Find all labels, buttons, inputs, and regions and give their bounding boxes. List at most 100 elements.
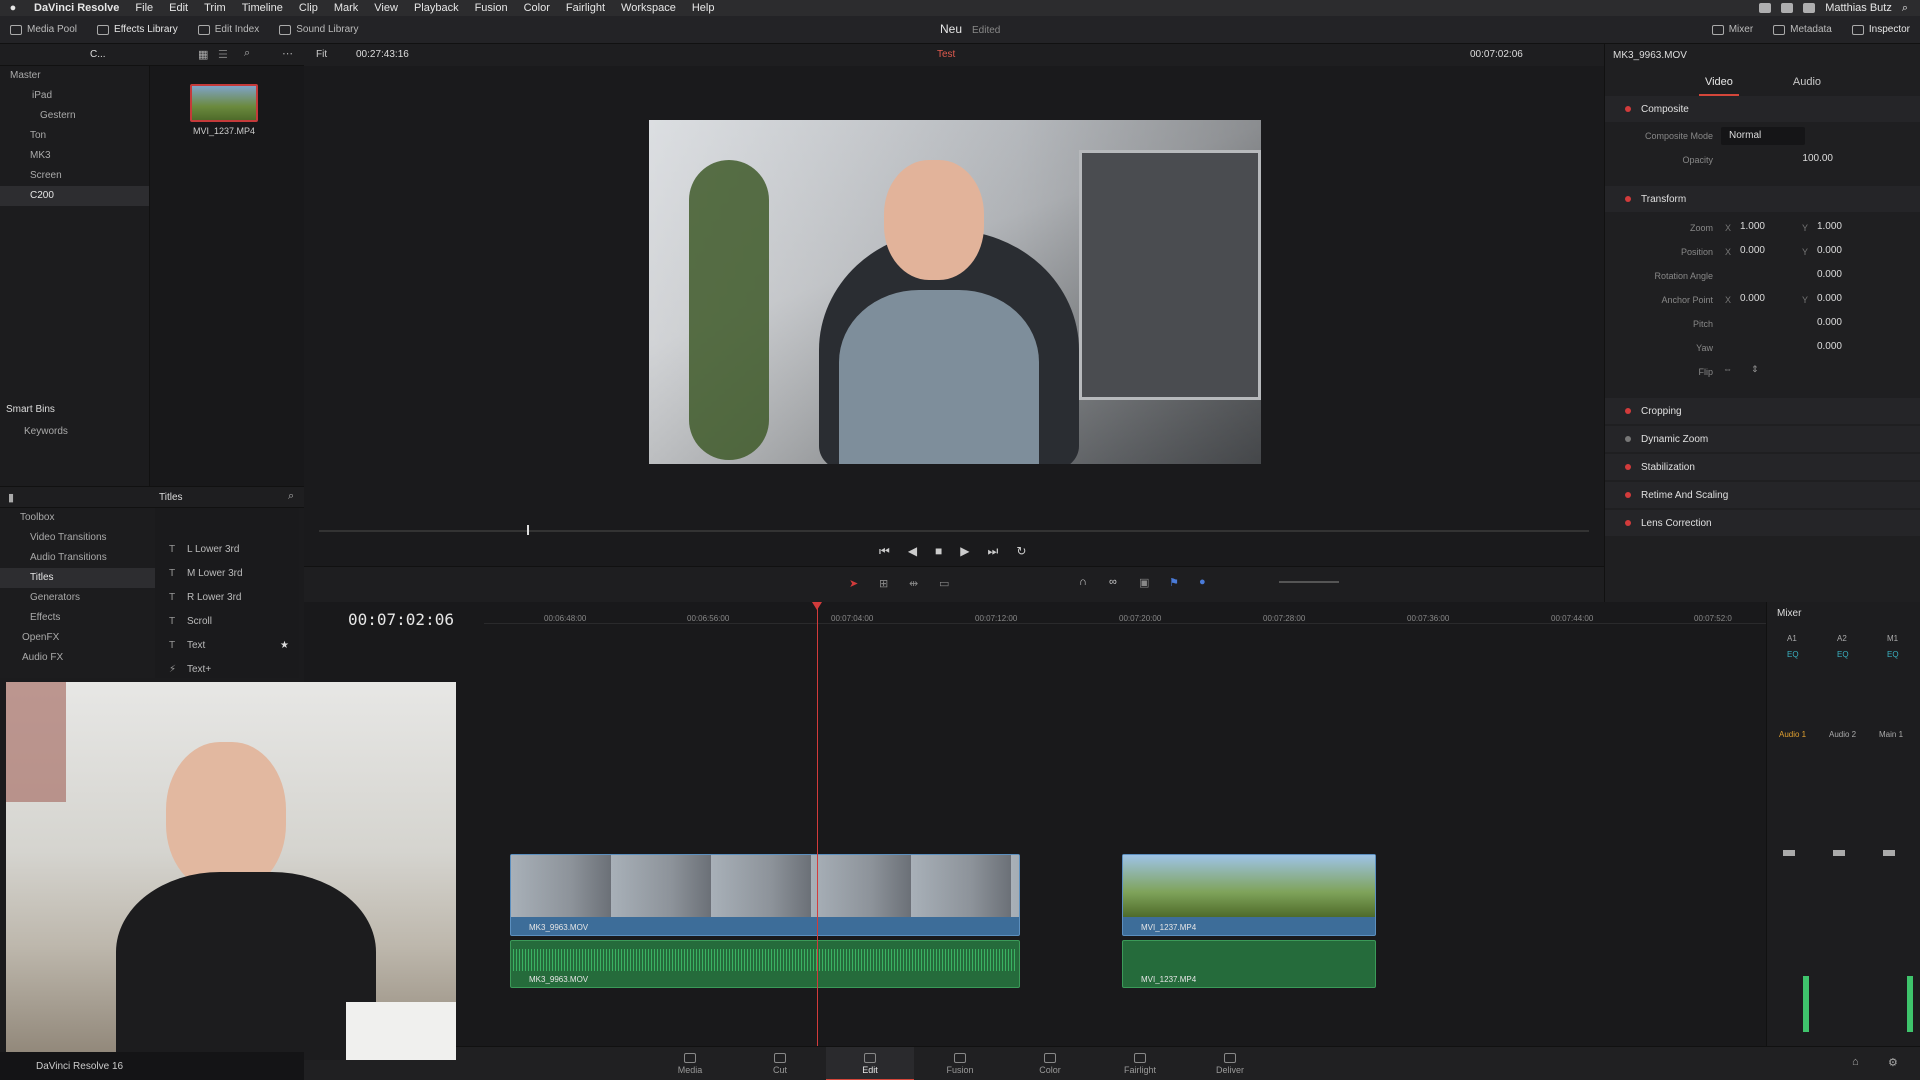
viewer-frame[interactable] xyxy=(649,120,1261,464)
apple-icon[interactable]: ● xyxy=(0,2,26,14)
search-icon[interactable]: ⌕ xyxy=(288,490,294,503)
menu-view[interactable]: View xyxy=(366,2,406,14)
bin-mk3[interactable]: MK3 xyxy=(0,146,149,166)
audio-clip-mk3[interactable]: MK3_9963.MOV xyxy=(510,940,1020,988)
zoom-y-value[interactable]: 1.000 xyxy=(1786,219,1842,235)
eq-a1[interactable]: EQ xyxy=(1787,650,1799,659)
zoom-slider[interactable] xyxy=(1279,581,1339,583)
blade-tool-icon[interactable]: ▭ xyxy=(939,577,949,590)
page-edit[interactable]: Edit xyxy=(826,1047,914,1080)
menu-timeline[interactable]: Timeline xyxy=(234,2,291,14)
battery-icon[interactable] xyxy=(1803,3,1816,13)
menu-workspace[interactable]: Workspace xyxy=(613,2,684,14)
title-r-lower-3rd[interactable]: TR Lower 3rd xyxy=(155,586,299,610)
enable-dot-icon[interactable] xyxy=(1625,436,1631,442)
title-l-lower-3rd[interactable]: TL Lower 3rd xyxy=(155,538,299,562)
fx-video-transitions[interactable]: Video Transitions xyxy=(0,528,155,548)
position-x-value[interactable]: 0.000 xyxy=(1709,243,1765,259)
menu-edit[interactable]: Edit xyxy=(161,2,196,14)
eq-m1[interactable]: EQ xyxy=(1887,650,1899,659)
bin-ton[interactable]: Ton xyxy=(0,126,149,146)
panel-toggle-icon[interactable]: ▮ xyxy=(8,491,14,504)
enable-dot-icon[interactable] xyxy=(1625,196,1631,202)
clip-thumbnail[interactable] xyxy=(190,84,258,122)
menu-clip[interactable]: Clip xyxy=(291,2,326,14)
menu-mark[interactable]: Mark xyxy=(326,2,366,14)
settings-gear-icon[interactable]: ⚙ xyxy=(1888,1056,1898,1069)
bin-ipad[interactable]: iPad xyxy=(0,86,149,106)
page-media[interactable]: Media xyxy=(646,1047,734,1080)
section-stabilization[interactable]: Stabilization xyxy=(1605,454,1920,480)
list-view-icon[interactable]: ☰ xyxy=(218,48,228,61)
rotation-value[interactable]: 0.000 xyxy=(1786,267,1842,283)
fx-audio-fx[interactable]: Audio FX xyxy=(0,648,155,668)
wifi-icon[interactable] xyxy=(1781,3,1794,13)
metadata-button[interactable]: Metadata xyxy=(1763,24,1842,35)
zoom-x-value[interactable]: 1.000 xyxy=(1709,219,1765,235)
composite-mode-dropdown[interactable]: Normal xyxy=(1721,127,1805,145)
link-icon[interactable]: ∞ xyxy=(1109,576,1117,588)
favorite-star-icon[interactable]: ★ xyxy=(280,634,289,658)
audio-clip-mvi[interactable]: MVI_1237.MP4 xyxy=(1122,940,1376,988)
bin-c200[interactable]: C200 xyxy=(0,186,149,206)
lock-icon[interactable]: ▣ xyxy=(1139,576,1149,589)
enable-dot-icon[interactable] xyxy=(1625,106,1631,112)
loop-icon[interactable]: ↻ xyxy=(1016,544,1026,559)
title-m-lower-3rd[interactable]: TM Lower 3rd xyxy=(155,562,299,586)
page-fusion[interactable]: Fusion xyxy=(916,1047,1004,1080)
video-clip-mvi[interactable]: MVI_1237.MP4 xyxy=(1122,854,1376,936)
menu-trim[interactable]: Trim xyxy=(196,2,234,14)
menu-fusion[interactable]: Fusion xyxy=(467,2,516,14)
flip-horizontal-icon[interactable]: ⇔ xyxy=(1723,364,1732,374)
dynamic-trim-icon[interactable]: ⇹ xyxy=(909,577,918,590)
bin-gestern[interactable]: Gestern xyxy=(0,106,149,126)
stop-icon[interactable]: ■ xyxy=(935,544,942,559)
status-icon[interactable] xyxy=(1759,3,1772,13)
section-lens-correction[interactable]: Lens Correction xyxy=(1605,510,1920,536)
bin-screen[interactable]: Screen xyxy=(0,166,149,186)
trim-tool-icon[interactable]: ⊞ xyxy=(879,577,888,590)
page-fairlight[interactable]: Fairlight xyxy=(1096,1047,1184,1080)
zoom-fit-dropdown[interactable]: Fit xyxy=(316,49,327,60)
section-transform[interactable]: Transform xyxy=(1605,186,1920,212)
enable-dot-icon[interactable] xyxy=(1625,492,1631,498)
bin-keywords[interactable]: Keywords xyxy=(0,420,150,444)
marker-icon[interactable]: ● xyxy=(1199,576,1206,588)
media-pool-button[interactable]: Media Pool xyxy=(0,16,87,43)
search-icon[interactable]: ⌕ xyxy=(244,47,250,60)
user-name[interactable]: Matthias Butz xyxy=(1825,2,1892,14)
bin-master[interactable]: Master xyxy=(0,66,149,86)
section-retime-scaling[interactable]: Retime And Scaling xyxy=(1605,482,1920,508)
tab-video[interactable]: Video xyxy=(1698,70,1739,96)
title-text-plus[interactable]: ⚡ Text+ xyxy=(155,658,299,682)
anchor-x-value[interactable]: 0.000 xyxy=(1709,291,1765,307)
playhead[interactable] xyxy=(812,602,822,1046)
page-color[interactable]: Color xyxy=(1006,1047,1094,1080)
edit-index-button[interactable]: Edit Index xyxy=(188,16,269,43)
search-icon[interactable]: ⌕ xyxy=(1902,2,1908,15)
grid-view-icon[interactable]: ▦ xyxy=(198,48,208,61)
video-clip-mk3[interactable]: MK3_9963.MOV xyxy=(510,854,1020,936)
reverse-icon[interactable]: ◀ xyxy=(908,544,917,559)
inspector-button[interactable]: Inspector xyxy=(1842,24,1920,35)
yaw-value[interactable]: 0.000 xyxy=(1786,339,1842,355)
fader-audio1[interactable] xyxy=(1783,850,1795,856)
fx-titles[interactable]: Titles xyxy=(0,568,155,588)
mixer-button[interactable]: Mixer xyxy=(1702,24,1763,35)
play-icon[interactable]: ▶ xyxy=(960,544,969,559)
jump-end-icon[interactable]: ⏭ xyxy=(988,544,999,559)
fx-generators[interactable]: Generators xyxy=(0,588,155,608)
pitch-value[interactable]: 0.000 xyxy=(1786,315,1842,331)
fader-audio2[interactable] xyxy=(1833,850,1845,856)
opacity-value[interactable]: 100.00 xyxy=(1777,151,1833,167)
position-y-value[interactable]: 0.000 xyxy=(1786,243,1842,259)
menu-help[interactable]: Help xyxy=(684,2,723,14)
timeline-ruler[interactable]: 00:06:48:00 00:06:56:00 00:07:04:00 00:0… xyxy=(484,602,1766,624)
menu-file[interactable]: File xyxy=(127,2,161,14)
anchor-y-value[interactable]: 0.000 xyxy=(1786,291,1842,307)
timeline-name-dropdown[interactable]: Test xyxy=(937,49,955,60)
section-composite[interactable]: Composite xyxy=(1605,96,1920,122)
effects-library-button[interactable]: Effects Library xyxy=(87,16,188,43)
viewer-scrubber[interactable] xyxy=(319,525,1589,535)
page-deliver[interactable]: Deliver xyxy=(1186,1047,1274,1080)
